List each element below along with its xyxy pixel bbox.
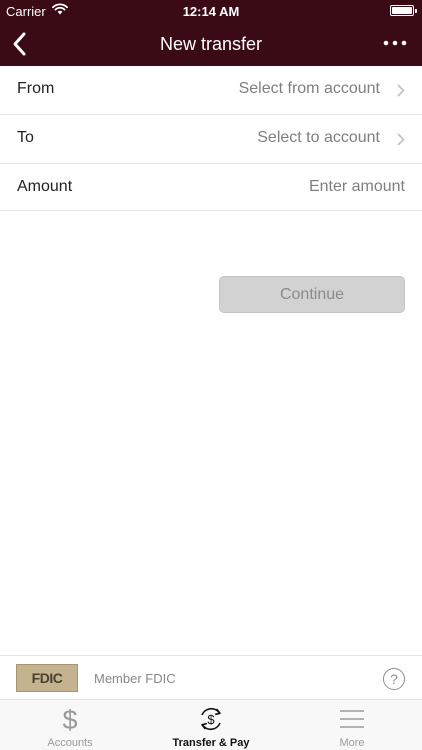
continue-label: Continue [279,285,345,303]
help-icon[interactable]: ? [383,668,405,690]
status-bar: Carrier 12:14 AM [0,0,422,22]
amount-row[interactable]: Amount Enter amount [0,164,422,211]
battery-icon [390,5,417,16]
tab-bar: $ Accounts $ Transfer & Pay More [0,700,422,750]
svg-text:$: $ [62,705,77,733]
dollar-icon: $ [62,705,77,733]
fdic-logo-text: FDIC [31,670,63,686]
chevron-right-icon [397,84,405,97]
to-label: To [17,129,34,146]
status-time: 12:14 AM [182,4,240,19]
chevron-right-icon [397,133,405,146]
transfer-pay-icon: $ [201,707,221,731]
help-glyph: ? [390,671,398,687]
header: Carrier 12:14 AM New transfer [0,0,422,66]
page-title: New transfer [159,34,263,54]
tab-transfer-pay-label: Transfer & Pay [172,737,250,749]
continue-button[interactable]: Continue [219,276,405,313]
from-label: From [17,80,55,97]
from-account-row[interactable]: From Select from account [0,66,422,115]
nav-bar: New transfer [0,22,422,66]
menu-icon [340,710,364,728]
amount-input[interactable]: Enter amount [309,178,405,196]
member-fdic-text: Member FDIC [94,671,176,686]
amount-label: Amount [17,178,73,195]
fdic-logo: FDIC [16,664,78,692]
tab-accounts-label: Accounts [47,737,93,749]
tab-transfer-pay[interactable]: $ Transfer & Pay [141,700,281,750]
tab-accounts[interactable]: $ Accounts [0,700,140,750]
tab-more[interactable]: More [282,700,422,750]
to-account-row[interactable]: To Select to account [0,115,422,164]
to-account-placeholder[interactable]: Select to account [257,129,380,147]
tab-more-label: More [339,737,365,749]
more-options-icon[interactable] [382,34,408,52]
svg-text:$: $ [207,712,215,727]
from-account-placeholder[interactable]: Select from account [239,80,380,98]
fdic-footer: FDIC Member FDIC ? [0,655,422,700]
